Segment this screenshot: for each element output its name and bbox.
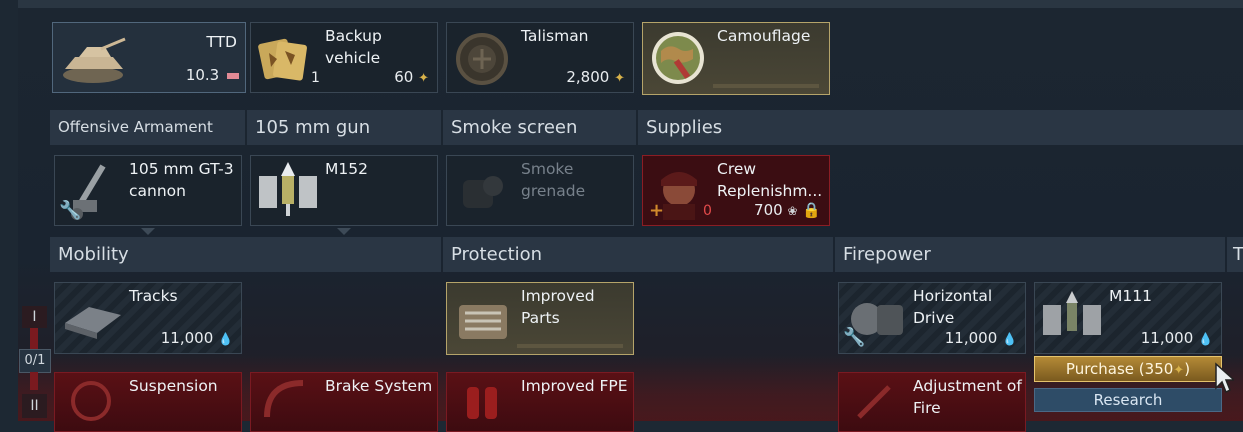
brake-icon [264,380,304,418]
suspension-mod-slot[interactable]: Suspension [54,372,242,432]
top-bar [18,0,1243,8]
brake-system-name: Brake System [325,377,433,395]
purchase-label: Purchase (350 [1065,360,1174,378]
rank-progress-bar-lower [30,372,38,390]
tank-icon [63,37,126,83]
crew-replenishment-name: Crew Replenishm... [717,160,823,200]
research-button[interactable]: Research [1034,388,1222,412]
improved-fpe-name: Improved FPE [521,377,628,395]
vehicle-slot[interactable]: TTD 10.3 [52,22,246,93]
header-protection: Protection [443,237,833,272]
suspension-icon [71,381,111,421]
camouflage-name: Camouflage [717,27,811,45]
m111-name: M111 [1109,287,1152,305]
research-points-icon: 💧 [218,332,233,346]
horizontal-drive-name: Horizontal Drive [913,287,993,327]
wrench-icon: 🔧 [59,200,82,221]
golden-eagle-icon: ✦ [1173,363,1185,378]
purchase-button[interactable]: Purchase (350✦) [1034,356,1222,382]
purchase-label-close: ) [1184,360,1191,378]
brake-system-mod-slot[interactable]: Brake System [250,372,438,432]
silver-lion-icon: ❀ [787,204,798,218]
adjustment-of-fire-mod-slot[interactable]: Adjustment of Fire [838,372,1026,432]
plus-icon: + [649,200,665,221]
artillery-icon [857,385,891,419]
talisman-icon [456,33,508,85]
tool-kit-icon [459,305,507,339]
wrench-icon: 🔧 [843,327,866,348]
header-105mm-gun: 105 mm gun [247,110,441,145]
horizontal-drive-mod-slot[interactable]: 🔧 Horizontal Drive 11,000 💧 [838,282,1026,354]
rank-label-2: II [22,394,47,418]
lock-icon: 🔒 [802,201,821,219]
cannon-name: 105 mm GT-3 cannon [129,160,234,200]
rank-progress-bar [30,328,38,350]
golden-eagle-icon: ✦ [614,71,625,86]
header-smoke-screen: Smoke screen [443,110,636,145]
adjustment-of-fire-name: Adjustment of Fire [913,377,1022,417]
camouflage-icon [652,32,704,84]
talisman-slot[interactable]: Talisman 2,800 ✦ [446,22,634,93]
research-label: Research [1093,391,1163,409]
mouse-cursor-icon [1215,362,1234,394]
tracks-name: Tracks [129,287,178,305]
backup-vehicle-name: Backup vehicle [325,27,382,67]
extinguisher-icon [467,387,497,419]
backup-vehicle-count: 1 [311,70,320,86]
m111-mod-slot[interactable]: M111 11,000 💧 [1034,282,1222,354]
slot-pointer [141,228,155,235]
header-offensive-armament: Offensive Armament [50,110,245,145]
rank-label-1: I [22,306,47,328]
improved-fpe-mod-slot[interactable]: Improved FPE [446,372,634,432]
header-firepower: Firepower [835,237,1225,272]
shell-icon [1043,291,1101,335]
crew-replenishment-slot[interactable]: + 0 Crew Replenishm... 700 ❀ 🔒 [642,155,830,226]
talisman-name: Talisman [521,27,589,45]
backup-vehicle-icon [258,38,307,81]
cannon-slot[interactable]: 🔧 105 mm GT-3 cannon [54,155,242,226]
horizontal-drive-price: 11,000 [944,329,998,347]
tracks-price: 11,000 [160,329,214,347]
shell-icon [259,162,317,216]
crew-count: 0 [703,203,712,219]
camouflage-progress-bar [713,84,819,88]
header-supplies: Supplies [638,110,1243,145]
smoke-grenade-slot[interactable]: Smoke grenade [446,155,634,226]
backup-vehicle-price: 60 [394,68,414,86]
tracks-mod-slot[interactable]: Tracks 11,000 💧 [54,282,242,354]
smoke-grenade-name: Smoke grenade [521,160,586,200]
camouflage-slot[interactable]: Camouflage [642,22,830,95]
crew-price: 700 [754,201,783,219]
research-points-icon: 💧 [1002,332,1017,346]
tank-type-icon [227,72,239,79]
suspension-name: Suspension [129,377,218,395]
research-points-icon: 💧 [1198,332,1213,346]
header-mobility: Mobility [50,237,441,272]
tracks-icon [65,307,121,339]
golden-eagle-icon: ✦ [418,71,429,86]
improved-parts-progress-bar [517,344,623,348]
improved-parts-mod-slot[interactable]: Improved Parts [446,282,634,355]
slot-pointer [337,228,351,235]
battle-rating: 10.3 [185,66,220,84]
m111-price: 11,000 [1140,329,1194,347]
improved-parts-name: Improved Parts [521,287,595,327]
talisman-price: 2,800 [566,68,610,86]
header-next-category: T [1227,237,1243,272]
m152-shell-slot[interactable]: M152 [250,155,438,226]
backup-vehicle-slot[interactable]: Backup vehicle 1 60 ✦ [250,22,438,93]
rank-progress: 0/1 [19,349,51,373]
smoke-grenade-icon [463,176,503,208]
vehicle-name: TTD [206,33,237,51]
m152-name: M152 [325,160,368,178]
